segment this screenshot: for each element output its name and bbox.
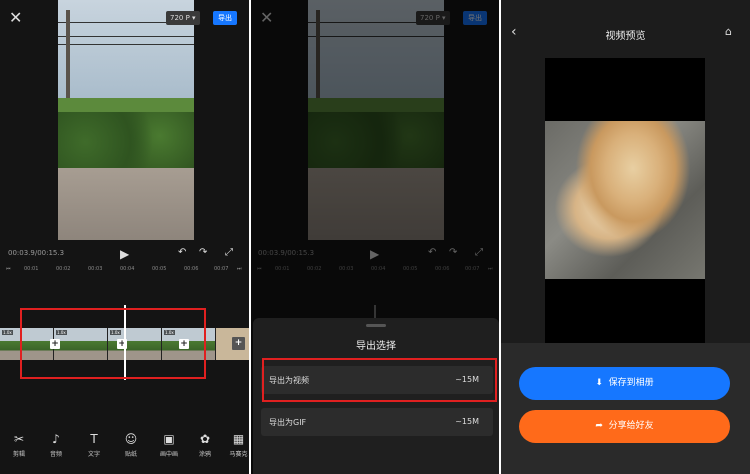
- add-clip-icon[interactable]: +: [232, 337, 245, 350]
- fullscreen-icon[interactable]: ⤢: [225, 248, 233, 258]
- sheet-title: 导出选择: [356, 341, 396, 352]
- option-size: ~15M: [455, 417, 479, 426]
- preview-panel: ‹ 视频预览 ⌂ ⬇ 保存到相册 ➦ 分享给好友: [501, 0, 750, 474]
- redo-icon[interactable]: ↷: [199, 248, 207, 258]
- tool-pip[interactable]: ▣ 画中画: [156, 432, 182, 458]
- tool-text[interactable]: T 文字: [81, 432, 107, 458]
- dog-video-frame: [545, 121, 705, 279]
- close-icon[interactable]: ✕: [9, 10, 22, 26]
- tool-cut[interactable]: ✂ 剪辑: [6, 432, 32, 458]
- export-sheet: 导出选择 导出为视频 ~15M 导出为GIF ~15M: [253, 318, 499, 474]
- tool-doodle[interactable]: ✿ 涂鸦: [192, 432, 218, 458]
- play-icon[interactable]: ▶: [120, 248, 129, 260]
- resolution-value: 720 P: [170, 14, 190, 22]
- export-button[interactable]: 导出: [213, 11, 237, 25]
- export-gif-option[interactable]: 导出为GIF ~15M: [261, 408, 493, 436]
- action-area: [501, 343, 750, 474]
- highlight-box: [20, 308, 206, 379]
- preview-player[interactable]: [545, 58, 705, 343]
- download-icon: ⬇: [595, 378, 603, 388]
- undo-icon[interactable]: ↶: [178, 248, 186, 258]
- sheet-handle[interactable]: [366, 324, 386, 327]
- time-ruler[interactable]: ⏮ 00:01 00:02 00:03 00:04 00:05 00:06 00…: [6, 266, 243, 276]
- tool-audio[interactable]: ♪ 音频: [43, 432, 69, 458]
- export-panel: ✕ 720 P ▾ 导出 00:03.9/00:15.3 ▶ ↶ ↷ ⤢ ⏮ 0…: [251, 0, 499, 474]
- share-icon: ➦: [595, 421, 603, 431]
- tool-mosaic[interactable]: ▦ 马赛克: [228, 432, 249, 458]
- home-icon[interactable]: ⌂: [725, 26, 732, 37]
- share-label: 分享给好友: [608, 421, 654, 431]
- timecode: 00:03.9/00:15.3: [8, 249, 65, 257]
- editor-panel: ✕ 720 P ▾ 导出 00:03.9/00:15.3 ▶ ↶ ↷ ⤢ ⏮ 0…: [0, 0, 249, 474]
- page-title: 视频预览: [605, 31, 646, 42]
- video-preview: [58, 0, 194, 240]
- save-to-album-button[interactable]: ⬇ 保存到相册: [519, 367, 730, 400]
- option-label: 导出为GIF: [269, 418, 307, 427]
- tool-sticker[interactable]: ☺ 贴纸: [118, 432, 144, 458]
- highlight-box: [262, 358, 497, 402]
- save-label: 保存到相册: [608, 378, 654, 388]
- resolution-dropdown[interactable]: 720 P ▾: [166, 11, 200, 25]
- share-to-friends-button[interactable]: ➦ 分享给好友: [519, 410, 730, 443]
